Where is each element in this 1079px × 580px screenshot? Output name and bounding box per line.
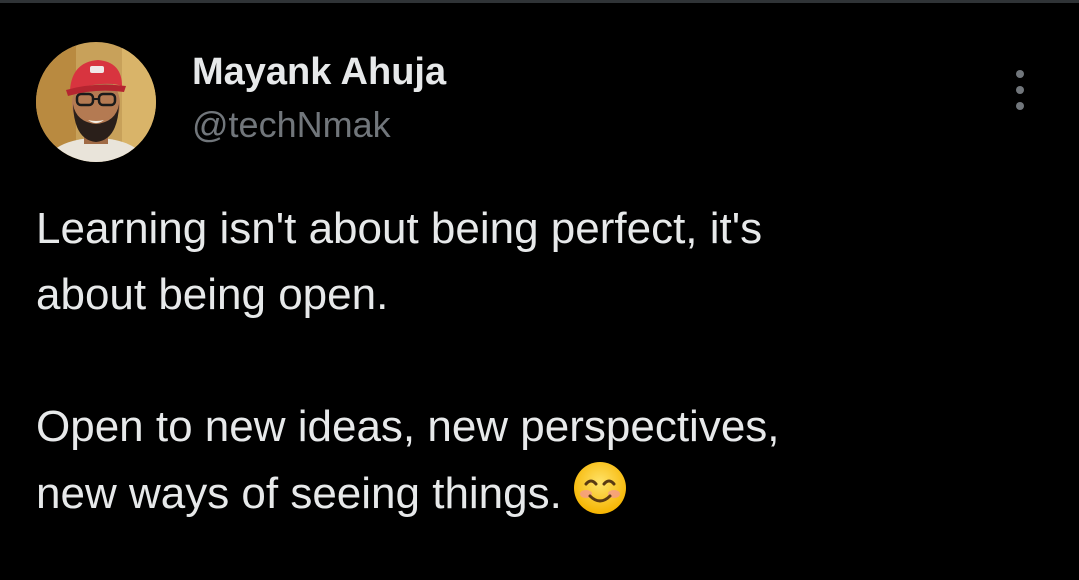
more-vertical-icon-dot [1016, 70, 1024, 78]
more-vertical-icon-dot [1016, 86, 1024, 94]
smiling-face-emoji-icon [572, 460, 628, 516]
tweet-line: Open to new ideas, new perspectives, [36, 402, 780, 451]
author-handle[interactable]: @techNmak [192, 104, 391, 146]
tweet-line: about being open. [36, 270, 389, 319]
author-name[interactable]: Mayank Ahuja [192, 50, 446, 94]
tweet-text: Learning isn't about being perfect, it's… [36, 196, 1046, 527]
tweet-line: Learning isn't about being perfect, it's [36, 204, 763, 253]
top-divider [0, 0, 1079, 3]
tweet-line-with-emoji: new ways of seeing things. [36, 460, 1046, 527]
more-options-button[interactable] [1000, 64, 1040, 116]
avatar[interactable] [36, 42, 156, 162]
more-vertical-icon-dot [1016, 102, 1024, 110]
tweet-line: new ways of seeing things. [36, 469, 562, 518]
avatar-image [36, 42, 156, 162]
